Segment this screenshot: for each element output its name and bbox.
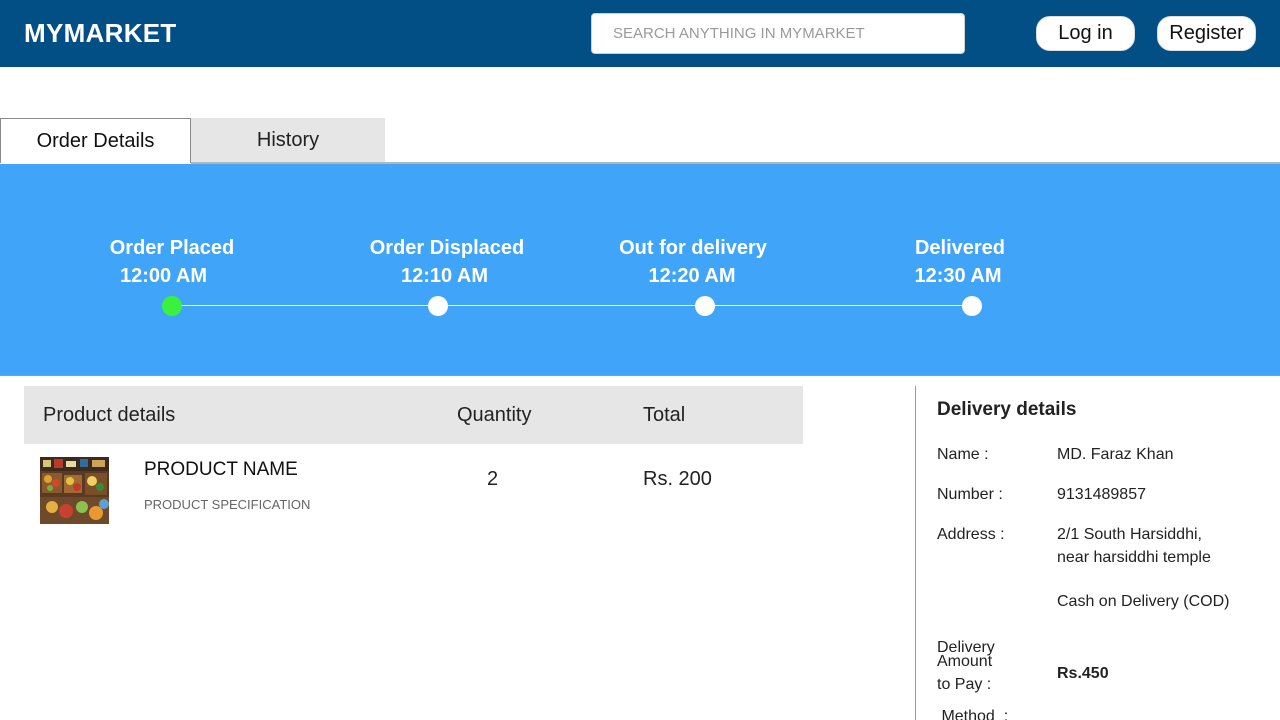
step-dot-out-for-delivery xyxy=(695,296,715,316)
address-line-2: near harsiddhi temple xyxy=(1057,549,1211,566)
register-button[interactable]: Register xyxy=(1157,16,1256,51)
step-delivered: Delivered 12:30 AM xyxy=(860,234,1060,290)
name-label: Name : xyxy=(937,446,989,463)
progress-track-line xyxy=(172,305,972,306)
product-image[interactable] xyxy=(40,457,109,524)
step-dot-order-placed xyxy=(162,296,182,316)
step-label: Out for delivery xyxy=(619,237,767,259)
step-label: Delivered xyxy=(914,237,1006,259)
amount-label-line-1: Amount xyxy=(937,653,993,670)
tab-history[interactable]: History xyxy=(191,118,385,163)
step-order-displaced: Order Displaced 12:10 AM xyxy=(347,234,547,290)
step-order-placed: Order Placed 12:00 AM xyxy=(72,234,272,290)
number-label: Number : xyxy=(937,486,1003,503)
amount-label: Amount to Pay : xyxy=(937,650,1047,696)
product-specification: PRODUCT SPECIFICATION xyxy=(144,497,311,512)
name-value: MD. Faraz Khan xyxy=(1057,446,1174,463)
search-bar[interactable] xyxy=(591,13,965,54)
delivery-method-value: Cash on Delivery (COD) xyxy=(1057,593,1230,610)
step-label: Order Displaced xyxy=(369,237,525,259)
brand-logo[interactable]: MYMARKET xyxy=(24,18,177,49)
step-out-for-delivery: Out for delivery 12:20 AM xyxy=(593,234,793,290)
product-image-graphic xyxy=(40,457,109,524)
address-label: Address : xyxy=(937,526,1005,543)
column-header-total: Total xyxy=(643,404,686,426)
delivery-details-title: Delivery details xyxy=(937,399,1077,420)
step-time: 12:10 AM xyxy=(400,265,489,287)
order-tracker: Order Placed 12:00 AM Order Displaced 12… xyxy=(0,164,1280,376)
step-time: 12:00 AM xyxy=(119,265,208,287)
top-navbar: MYMARKET Log in Register xyxy=(0,0,1280,67)
step-dot-order-displaced xyxy=(428,296,448,316)
address-value: 2/1 South Harsiddhi, near harsiddhi temp… xyxy=(1057,523,1257,569)
amount-label-line-2: to Pay : xyxy=(937,676,992,693)
step-label: Order Placed xyxy=(109,237,235,259)
login-button[interactable]: Log in xyxy=(1036,16,1135,51)
step-time: 12:20 AM xyxy=(648,265,736,287)
number-value: 9131489857 xyxy=(1057,486,1146,503)
product-total: Rs. 200 xyxy=(643,468,712,490)
step-time: 12:30 AM xyxy=(914,265,1002,287)
product-quantity: 2 xyxy=(487,468,499,490)
panel-divider xyxy=(915,386,916,720)
delivery-method-label-line-2: Method : xyxy=(937,708,1009,720)
address-line-1: 2/1 South Harsiddhi, xyxy=(1057,526,1202,543)
amount-value: Rs.450 xyxy=(1057,665,1109,682)
product-table-header: Product details Quantity Total xyxy=(24,386,803,444)
tab-order-details[interactable]: Order Details xyxy=(0,118,191,163)
step-dot-delivered xyxy=(962,296,982,316)
column-header-quantity: Quantity xyxy=(457,404,532,426)
search-input[interactable] xyxy=(592,14,964,53)
column-header-product: Product details xyxy=(43,404,176,426)
product-name[interactable]: PRODUCT NAME xyxy=(144,459,298,481)
